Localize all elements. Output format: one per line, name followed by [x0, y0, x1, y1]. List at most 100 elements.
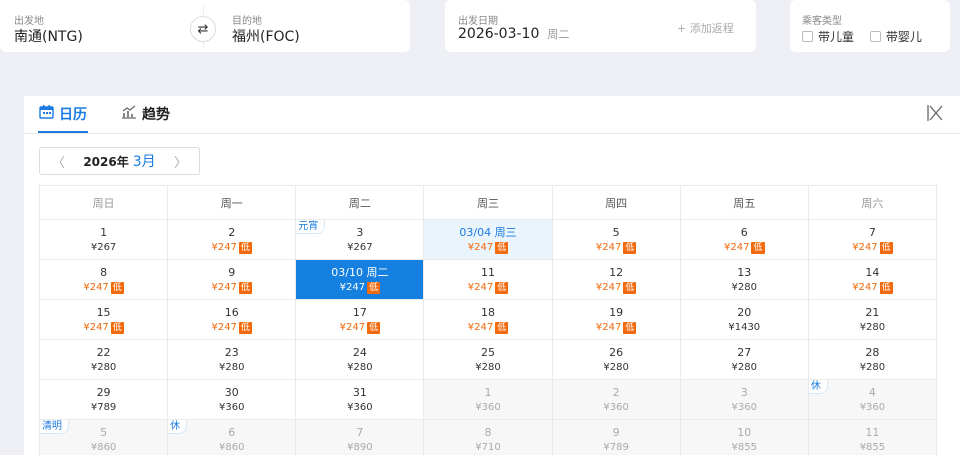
low-price-badge: 低	[238, 321, 252, 334]
calendar-day-cell[interactable]: 29 ¥789	[38, 379, 169, 420]
calendar-day-cell[interactable]: 5 ¥247 低	[551, 219, 681, 260]
date-text: 2026-03-10	[458, 26, 540, 42]
calendar-day-cell[interactable]: 30 ¥360	[167, 379, 297, 420]
price-value: ¥247	[467, 321, 494, 333]
calendar-day-cell[interactable]: 27 ¥280	[679, 339, 809, 380]
calendar-day-cell[interactable]: 11 ¥855	[807, 419, 938, 455]
calendar-day-cell[interactable]: 31 ¥360	[295, 379, 425, 420]
weekday-header: 周一	[167, 185, 297, 220]
calendar-day-cell[interactable]: 6 ¥247 低	[679, 219, 809, 260]
child-checkbox[interactable]	[802, 31, 813, 42]
tab-calendar[interactable]: 日历	[38, 104, 88, 133]
calendar-day-cell[interactable]: 元宵 3 ¥267	[295, 219, 425, 260]
calendar-day-cell[interactable]: 19 ¥247 低	[551, 299, 681, 340]
day-price: ¥247 低	[424, 280, 551, 295]
from-field[interactable]: 出发地 南通(NTG)	[0, 0, 190, 52]
date-label: 出发日期	[458, 16, 498, 27]
from-value: 南通(NTG)	[14, 29, 83, 45]
calendar-day-cell[interactable]: 15 ¥247 低	[38, 299, 169, 340]
calendar-day-cell[interactable]: 26 ¥280	[551, 339, 681, 380]
calendar-day-cell[interactable]: 22 ¥280	[38, 339, 169, 380]
price-value: ¥247	[211, 241, 237, 253]
calendar-day-cell[interactable]: 17 ¥247 低	[295, 299, 425, 340]
calendar-day-cell[interactable]: 2 ¥247 低	[167, 219, 297, 260]
calendar-day-cell[interactable]: 1 ¥267	[38, 219, 169, 260]
calendar-icon	[39, 105, 54, 123]
infant-option[interactable]: 带婴儿	[869, 30, 922, 44]
calendar-day-cell[interactable]: 14 ¥247 低	[807, 259, 938, 300]
day-price: ¥1430	[681, 320, 808, 335]
calendar-day-cell[interactable]: 7 ¥247 低	[807, 219, 938, 260]
calendar-day-cell[interactable]: 12 ¥247 低	[551, 259, 681, 300]
calendar-day-cell[interactable]: 23 ¥280	[167, 339, 297, 380]
day-number: 9	[612, 425, 620, 439]
day-number: 15	[96, 305, 111, 319]
day-price: ¥280	[809, 320, 936, 335]
holiday-tag: 休	[168, 420, 188, 434]
day-number: 03/10 周二	[331, 265, 389, 279]
day-price: ¥360	[424, 400, 551, 415]
tab-trend-label: 趋势	[142, 107, 170, 123]
add-return-button[interactable]: + 添加返程	[677, 20, 734, 36]
calendar-day-cell[interactable]: 9 ¥247 低	[167, 259, 297, 300]
calendar-day-cell[interactable]: 7 ¥890	[295, 419, 425, 455]
infant-checkbox[interactable]	[869, 31, 881, 42]
day-price: ¥247 低	[168, 320, 295, 335]
price-calendar: 周日 周一 周二 周三 周四 周五 周六 1 ¥267 2 ¥247 低元宵 3 ¥267 0…	[38, 185, 938, 455]
calendar-day-cell[interactable]: 21 ¥280	[807, 299, 938, 340]
day-price: ¥280	[553, 360, 680, 375]
price-value: ¥1430	[728, 321, 761, 333]
swap-cities-button[interactable]: ⇄	[190, 16, 216, 42]
calendar-day-cell[interactable]: 20 ¥1430	[679, 299, 809, 340]
day-price: ¥280	[424, 360, 551, 375]
calendar-day-cell[interactable]: 1 ¥360	[423, 379, 553, 420]
calendar-week-row: 清明 5 ¥860 休 6 ¥860 7 ¥890 8 ¥710 9 ¥789 10 ¥855 11 ¥855	[38, 419, 938, 455]
day-number: 4	[868, 385, 876, 399]
price-value: ¥247	[852, 281, 878, 293]
collapse-icon[interactable]	[926, 103, 944, 127]
weekday-header: 周日	[38, 185, 169, 220]
calendar-day-cell[interactable]: 11 ¥247 低	[423, 259, 553, 300]
month-label: 3月	[132, 154, 156, 170]
low-price-badge: 低	[110, 321, 124, 334]
calendar-day-cell[interactable]: 03/10 周二 ¥247 低	[295, 259, 425, 300]
calendar-day-cell[interactable]: 03/04 周三 ¥247 低	[423, 219, 553, 260]
day-price: ¥860	[40, 440, 167, 455]
day-number: 03/04 周三	[459, 225, 517, 239]
price-value: ¥855	[859, 441, 886, 453]
calendar-day-cell[interactable]: 休 6 ¥860	[167, 419, 297, 455]
weekday-header: 周六	[807, 185, 938, 220]
low-price-badge: 低	[238, 241, 252, 254]
calendar-day-cell[interactable]: 休 4 ¥360	[807, 379, 938, 420]
to-value: 福州(FOC)	[232, 29, 300, 45]
price-value: ¥247	[339, 281, 366, 293]
price-value: ¥267	[347, 241, 373, 253]
next-month-button[interactable]: 〉	[174, 152, 187, 171]
depart-date-field[interactable]: 出发日期 2026-03-10 周二	[445, 0, 665, 52]
price-value: ¥710	[475, 441, 501, 453]
to-field[interactable]: 目的地 福州(FOC)	[218, 0, 408, 52]
day-price: ¥360	[553, 400, 680, 415]
calendar-day-cell[interactable]: 28 ¥280	[807, 339, 938, 380]
calendar-day-cell[interactable]: 8 ¥247 低	[38, 259, 169, 300]
calendar-day-cell[interactable]: 16 ¥247 低	[167, 299, 297, 340]
calendar-day-cell[interactable]: 18 ¥247 低	[423, 299, 553, 340]
calendar-day-cell[interactable]: 24 ¥280	[295, 339, 425, 380]
price-value: ¥247	[467, 281, 494, 293]
price-value: ¥789	[90, 401, 117, 413]
child-option[interactable]: 带儿童	[802, 30, 854, 44]
calendar-day-cell[interactable]: 13 ¥280	[679, 259, 809, 300]
day-price: ¥247 低	[40, 320, 167, 335]
prev-month-button[interactable]: 〈	[52, 152, 65, 171]
day-price: ¥280	[296, 360, 423, 375]
calendar-day-cell[interactable]: 2 ¥360	[551, 379, 681, 420]
price-value: ¥247	[83, 281, 109, 293]
calendar-day-cell[interactable]: 清明 5 ¥860	[38, 419, 169, 455]
price-value: ¥247	[83, 321, 109, 333]
tab-trend[interactable]: 趋势	[121, 104, 170, 124]
calendar-day-cell[interactable]: 9 ¥789	[551, 419, 681, 455]
calendar-day-cell[interactable]: 8 ¥710	[423, 419, 553, 455]
calendar-day-cell[interactable]: 3 ¥360	[679, 379, 809, 420]
calendar-day-cell[interactable]: 10 ¥855	[679, 419, 809, 455]
calendar-day-cell[interactable]: 25 ¥280	[423, 339, 553, 380]
